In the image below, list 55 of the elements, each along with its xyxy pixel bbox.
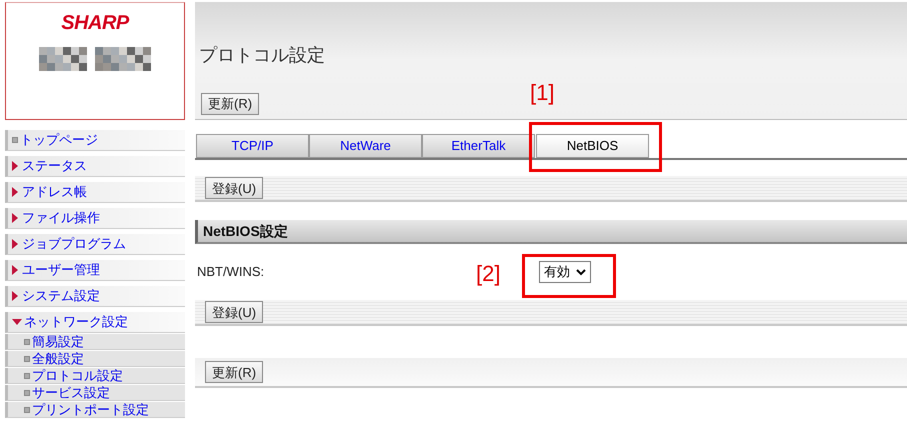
sidebar-item-label: アドレス帳 (22, 183, 87, 202)
push-button[interactable]: 更新(R) (201, 92, 260, 114)
sidebar-item[interactable]: ジョブプログラム (5, 234, 185, 255)
sidebar-subitem-label: サービス設定 (32, 386, 110, 399)
sidebar-item-label: ジョブプログラム (22, 235, 126, 254)
square-bullet-icon (12, 137, 18, 143)
triangle-right-icon (12, 187, 18, 197)
square-bullet-icon (24, 406, 30, 412)
sidebar-subitem-label: プリントポート設定 (32, 403, 149, 416)
sidebar-item-label: ステータス (22, 157, 87, 176)
sidebar-item[interactable]: トップページ (5, 130, 185, 151)
triangle-right-icon (12, 161, 18, 171)
push-button[interactable]: 登録(U) (205, 301, 264, 323)
sidebar-item[interactable]: ネットワーク設定 (5, 312, 185, 333)
annotation-label: [2] (476, 263, 500, 285)
sidebar-subitem[interactable]: サービス設定 (5, 385, 185, 401)
push-button[interactable]: 更新(R) (205, 361, 264, 383)
sidebar-item[interactable]: アドレス帳 (5, 182, 185, 203)
sidebar-item[interactable]: ファイル操作 (5, 208, 185, 229)
page-title: プロトコル設定 (199, 44, 326, 67)
sidebar-subitem-label: プロトコル設定 (32, 369, 123, 382)
select-field[interactable]: 有効 (539, 261, 592, 283)
sidebar-item[interactable]: システム設定 (5, 286, 185, 307)
square-bullet-icon (24, 356, 30, 362)
triangle-right-icon (12, 213, 18, 223)
sidebar-item-label: ファイル操作 (22, 209, 100, 228)
tab[interactable]: TCP/IP (196, 134, 309, 158)
triangle-right-icon (12, 239, 18, 249)
triangle-right-icon (12, 265, 18, 275)
sidebar-item[interactable]: ユーザー管理 (5, 260, 185, 281)
chevron-down-icon (576, 268, 586, 276)
square-bullet-icon (24, 372, 30, 378)
sidebar-subitem[interactable]: プロトコル設定 (5, 368, 185, 384)
sidebar-item-label: システム設定 (22, 287, 100, 306)
sidebar-subitem[interactable]: 簡易設定 (5, 334, 185, 350)
sidebar-subitem[interactable]: プリントポート設定 (5, 402, 185, 418)
square-bullet-icon (24, 390, 30, 396)
push-button[interactable]: 登録(U) (205, 177, 264, 199)
field-label: NBT/WINS: (197, 263, 264, 282)
section-title: NetBIOS設定 (203, 222, 288, 240)
sidebar-subitem-label: 全般設定 (32, 352, 84, 365)
triangle-right-icon (12, 291, 18, 301)
tab[interactable]: NetBIOS (536, 134, 649, 158)
square-bullet-icon (24, 338, 30, 344)
sidebar-item-label: ユーザー管理 (22, 261, 100, 280)
tab[interactable]: EtherTalk (422, 134, 535, 158)
brand-logo: SHARP (61, 13, 129, 33)
sidebar-item-label: トップページ (20, 131, 98, 150)
sidebar-item[interactable]: ステータス (5, 156, 185, 177)
sidebar-subitem[interactable]: 全般設定 (5, 351, 185, 367)
sidebar-subitem-label: 簡易設定 (32, 335, 84, 348)
triangle-down-icon (12, 319, 22, 325)
annotation-label: [1] (530, 82, 554, 104)
tab[interactable]: NetWare (309, 134, 422, 158)
sidebar-item-label: ネットワーク設定 (24, 313, 128, 332)
